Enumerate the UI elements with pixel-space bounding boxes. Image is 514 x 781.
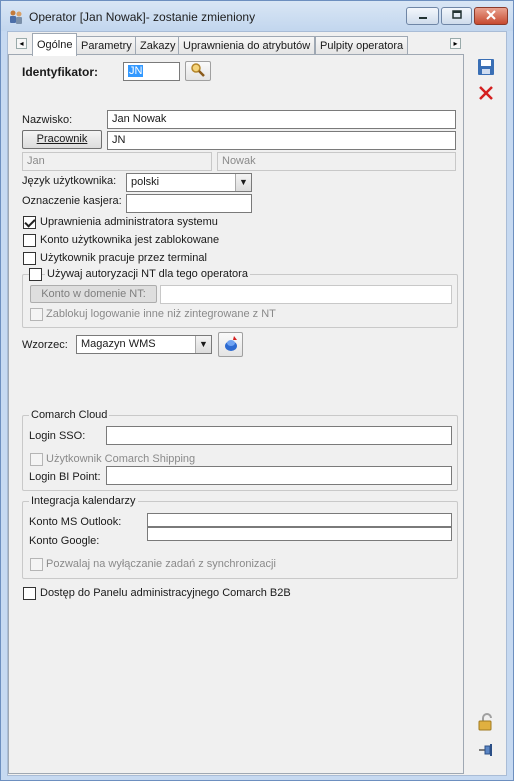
pracownik-button[interactable]: Pracownik — [22, 130, 102, 149]
comarch-shipping-checkbox — [30, 453, 43, 466]
pozwalaj-checkbox — [30, 558, 43, 571]
pattern-apply-icon — [222, 334, 240, 355]
terminal-label: Użytkownik pracuje przez terminal — [40, 252, 207, 264]
konto-nt-button-label: Konto w domenie NT: — [41, 288, 146, 300]
wzorzec-select[interactable]: Magazyn WMS ▼ — [76, 335, 212, 354]
tab-strip: Ogólne Parametry Zakazy Uprawnienia do a… — [28, 33, 478, 56]
zablokuj-logowanie-checkbox — [30, 308, 43, 321]
tab-left-arrow-icon: ◂ — [19, 39, 24, 48]
google-label: Konto Google: — [29, 535, 100, 547]
tab-scroll-left-button[interactable]: ◂ — [16, 38, 27, 49]
cancel-icon — [477, 84, 495, 105]
pracownik-value: JN — [112, 134, 126, 146]
tab-label: Ogólne — [37, 39, 73, 51]
tab-scroll-right-button[interactable]: ▸ — [450, 38, 461, 49]
google-input[interactable] — [147, 527, 452, 541]
minimize-button[interactable] — [406, 7, 439, 25]
tab-label: Uprawnienia do atrybutów — [183, 40, 311, 52]
first-name-field: Jan — [22, 152, 212, 171]
identyfikator-input[interactable]: JN — [123, 62, 180, 81]
pozwalaj-label: Pozwalaj na wyłączanie zadań z synchroni… — [46, 558, 276, 570]
calendar-integration-group: Integracja kalendarzy Konto MS Outlook: … — [22, 495, 458, 579]
close-icon — [486, 9, 496, 23]
admin-label: Uprawnienia administratora systemu — [40, 216, 218, 228]
kasjer-input[interactable] — [126, 194, 252, 213]
chevron-down-icon: ▼ — [235, 174, 251, 191]
nt-group: Używaj autoryzacji NT dla tego operatora… — [22, 268, 458, 328]
tab-pulpity-operatora[interactable]: Pulpity operatora — [315, 36, 409, 55]
wzorzec-apply-button[interactable] — [218, 332, 243, 357]
identyfikator-value: JN — [128, 65, 144, 77]
nt-authorization-checkbox[interactable] — [29, 268, 42, 281]
lock-button[interactable] — [475, 712, 497, 734]
search-icon — [190, 62, 206, 81]
konto-nt-input — [160, 285, 452, 304]
nazwisko-label: Nazwisko: — [22, 114, 73, 126]
maximize-button[interactable] — [441, 7, 472, 25]
tab-ogolne[interactable]: Ogólne — [32, 33, 78, 56]
wzorzec-value: Magazyn WMS — [81, 338, 156, 350]
outlook-label: Konto MS Outlook: — [29, 516, 122, 528]
admin-checkbox[interactable] — [23, 216, 36, 229]
jezyk-value: polski — [131, 176, 160, 188]
maximize-icon — [451, 9, 462, 23]
tab-zakazy[interactable]: Zakazy — [135, 36, 181, 55]
lock-icon — [476, 712, 496, 735]
cancel-button[interactable] — [475, 83, 497, 105]
minimize-icon — [418, 10, 428, 23]
zablokowane-label: Konto użytkownika jest zablokowane — [40, 234, 220, 246]
login-sso-label: Login SSO: — [29, 430, 86, 442]
identyfikator-label: Identyfikator: — [22, 65, 99, 79]
last-name-field: Nowak — [217, 152, 456, 171]
jezyk-select[interactable]: polski ▼ — [126, 173, 252, 192]
nt-authorization-label: Używaj autoryzacji NT dla tego operatora — [45, 268, 250, 280]
save-icon — [477, 58, 495, 79]
login-sso-input[interactable] — [106, 426, 452, 445]
comarch-cloud-group: Comarch Cloud Login SSO: Użytkownik Coma… — [22, 409, 458, 491]
last-name-value: Nowak — [222, 155, 256, 167]
pin-icon — [477, 741, 495, 762]
dialog-client-area: ◂ Ogólne Parametry Zakazy Uprawnienia do… — [7, 31, 507, 776]
jezyk-label: Język użytkownika: — [22, 175, 117, 187]
kasjer-label: Oznaczenie kasjera: — [22, 195, 122, 207]
save-button[interactable] — [475, 57, 497, 79]
tab-parametry[interactable]: Parametry — [76, 36, 137, 55]
nazwisko-value: Jan Nowak — [112, 113, 167, 125]
window-title: Operator [Jan Nowak]- zostanie zmieniony — [29, 10, 256, 24]
pin-button[interactable] — [475, 740, 497, 762]
login-bi-input[interactable] — [106, 466, 452, 485]
identyfikator-search-button[interactable] — [185, 61, 211, 81]
calendar-integration-title: Integracja kalendarzy — [29, 495, 138, 507]
outlook-input[interactable] — [147, 513, 452, 527]
tab-page-ogolne: Identyfikator: JN Nazwisko: Jan Nowak Pr… — [8, 54, 464, 774]
zablokuj-logowanie-label: Zablokuj logowanie inne niż zintegrowane… — [46, 308, 276, 320]
title-bar: Operator [Jan Nowak]- zostanie zmieniony — [1, 1, 513, 31]
close-button[interactable] — [474, 7, 508, 25]
b2b-panel-label: Dostęp do Panelu administracyjnego Comar… — [40, 587, 291, 599]
operator-window: Operator [Jan Nowak]- zostanie zmieniony… — [0, 0, 514, 781]
terminal-checkbox[interactable] — [23, 252, 36, 265]
operator-icon — [8, 9, 24, 25]
tab-label: Pulpity operatora — [320, 40, 404, 52]
tab-right-arrow-icon: ▸ — [453, 39, 458, 48]
tab-label: Zakazy — [140, 40, 176, 52]
tab-label: Parametry — [81, 40, 132, 52]
comarch-cloud-title: Comarch Cloud — [29, 409, 110, 421]
zablokowane-checkbox[interactable] — [23, 234, 36, 247]
comarch-shipping-label: Użytkownik Comarch Shipping — [46, 453, 196, 465]
tab-uprawnienia-do-atrybutow[interactable]: Uprawnienia do atrybutów — [178, 36, 316, 55]
login-bi-label: Login BI Point: — [29, 471, 101, 483]
b2b-panel-checkbox[interactable] — [23, 587, 36, 600]
konto-nt-button: Konto w domenie NT: — [30, 285, 157, 303]
nazwisko-input[interactable]: Jan Nowak — [107, 110, 456, 129]
chevron-down-icon: ▼ — [195, 336, 211, 353]
pracownik-input[interactable]: JN — [107, 131, 456, 150]
first-name-value: Jan — [27, 155, 45, 167]
wzorzec-label: Wzorzec: — [22, 339, 68, 351]
pracownik-button-label: Pracownik — [36, 133, 88, 145]
